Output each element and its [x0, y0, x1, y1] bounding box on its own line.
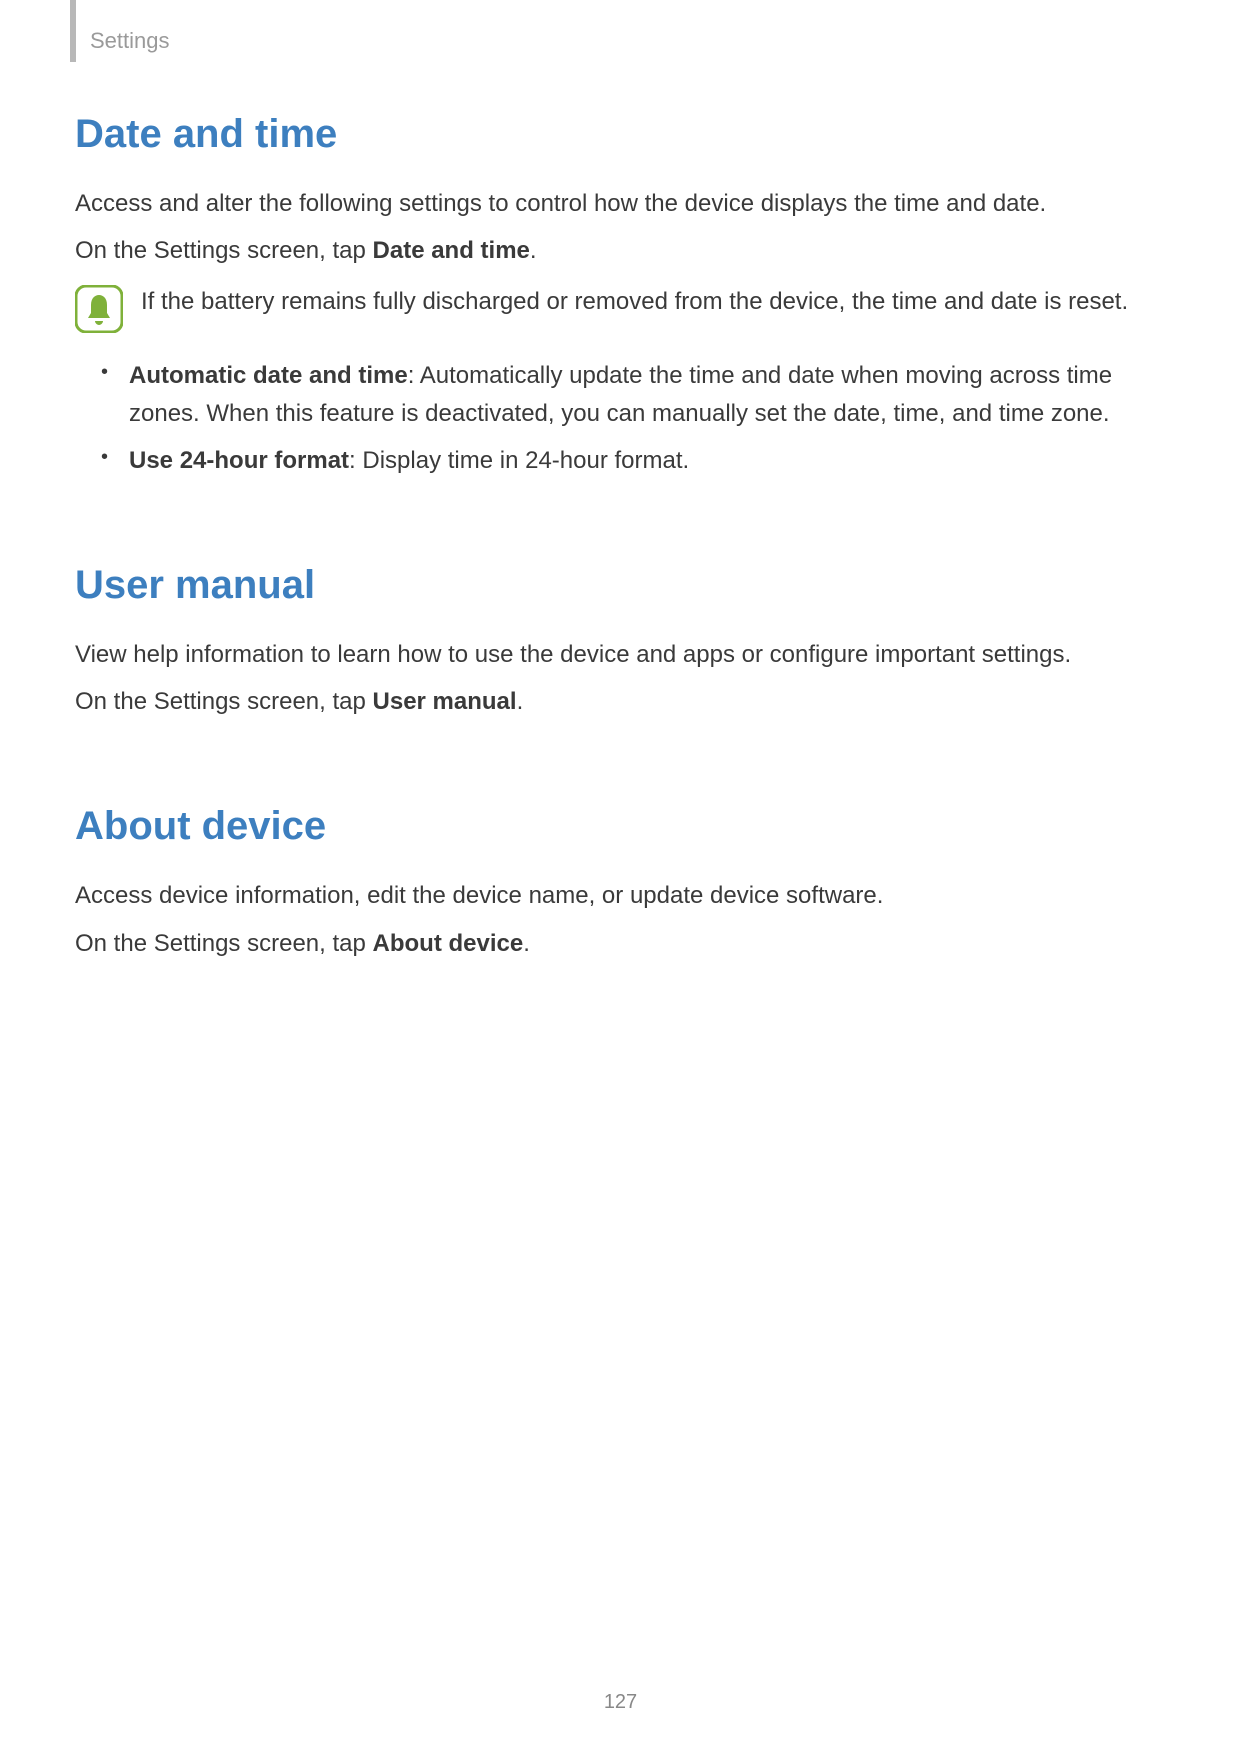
date-time-nav: On the Settings screen, tap Date and tim… [75, 232, 1165, 269]
page-number: 127 [0, 1691, 1241, 1714]
option-label: Automatic date and time [129, 362, 408, 389]
nav-prefix: On the Settings screen, tap [75, 237, 373, 264]
nav-suffix: . [523, 930, 530, 957]
nav-bold: Date and time [373, 237, 530, 264]
option-desc: : Display time in 24-hour format. [349, 447, 689, 474]
about-device-nav: On the Settings screen, tap About device… [75, 925, 1165, 962]
note-block: If the battery remains fully discharged … [75, 283, 1165, 333]
note-text: If the battery remains fully discharged … [141, 283, 1128, 320]
date-time-intro: Access and alter the following settings … [75, 185, 1165, 222]
nav-suffix: . [517, 688, 524, 715]
nav-bold: About device [373, 930, 524, 957]
user-manual-intro: View help information to learn how to us… [75, 636, 1165, 673]
nav-prefix: On the Settings screen, tap [75, 930, 373, 957]
header-accent-bar [70, 0, 76, 62]
user-manual-nav: On the Settings screen, tap User manual. [75, 683, 1165, 720]
bell-note-icon [75, 285, 123, 333]
page-content: Date and time Access and alter the follo… [75, 100, 1165, 972]
about-device-intro: Access device information, edit the devi… [75, 877, 1165, 914]
breadcrumb: Settings [90, 28, 170, 54]
nav-prefix: On the Settings screen, tap [75, 688, 373, 715]
heading-user-manual: User manual [75, 563, 1165, 608]
option-label: Use 24-hour format [129, 447, 349, 474]
list-item: Use 24-hour format: Display time in 24-h… [101, 442, 1165, 479]
nav-suffix: . [530, 237, 537, 264]
list-item: Automatic date and time: Automatically u… [101, 357, 1165, 431]
date-time-options-list: Automatic date and time: Automatically u… [75, 357, 1165, 479]
heading-about-device: About device [75, 804, 1165, 849]
heading-date-and-time: Date and time [75, 112, 1165, 157]
nav-bold: User manual [373, 688, 517, 715]
